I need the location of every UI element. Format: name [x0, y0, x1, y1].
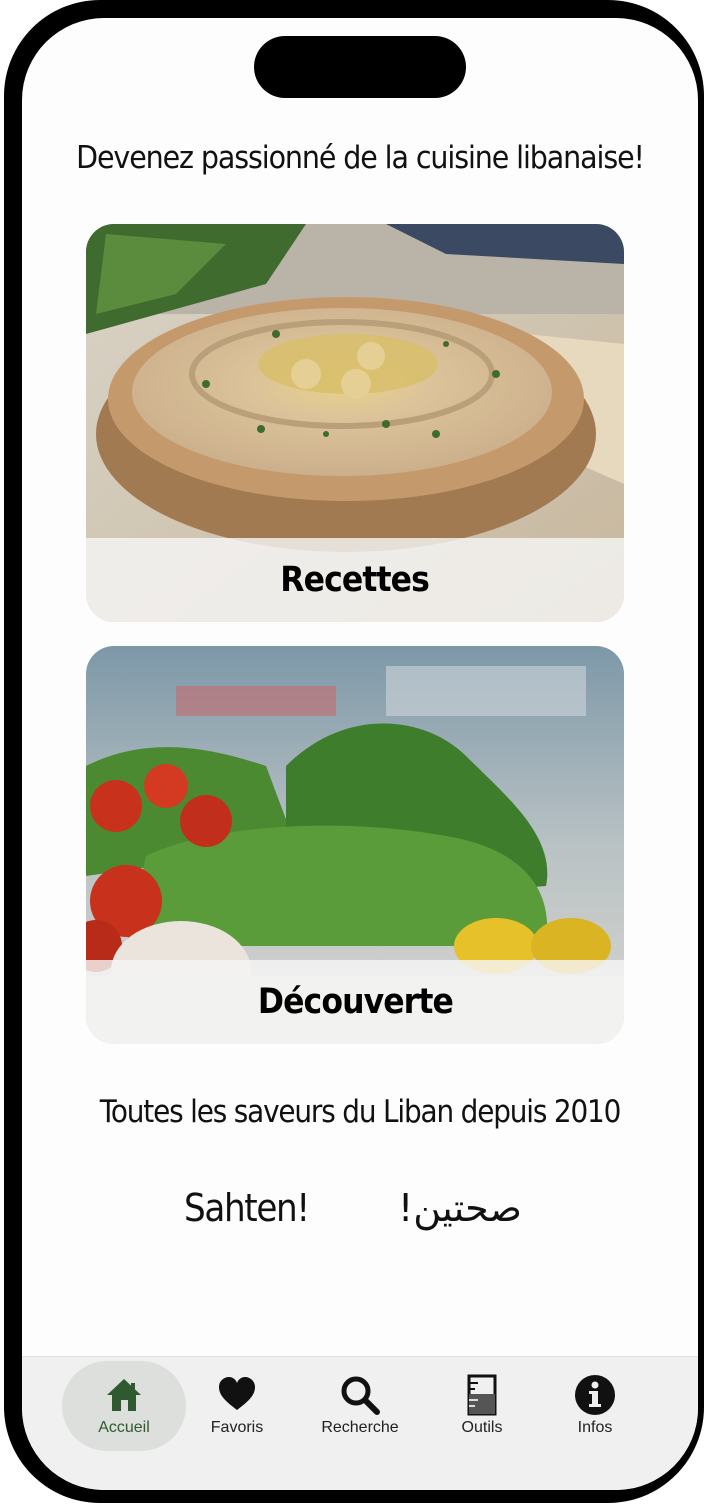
measuring-cup-icon [464, 1373, 500, 1417]
decouverte-caption: Découverte [86, 960, 624, 1044]
dynamic-island [254, 36, 466, 98]
tab-infos-label: Infos [577, 1419, 613, 1436]
decouverte-card[interactable]: Découverte [86, 646, 624, 1044]
tab-recherche[interactable]: Recherche [298, 1361, 422, 1451]
recettes-label: Recettes [280, 560, 431, 600]
screen: Devenez passionné de la cuisine libanais… [22, 18, 698, 1490]
tab-recherche-label: Recherche [321, 1419, 399, 1436]
heart-icon [217, 1373, 257, 1417]
tab-favoris[interactable]: Favoris [175, 1361, 299, 1451]
greeting-arabic: صحتين! [398, 1186, 522, 1230]
search-icon [339, 1373, 381, 1417]
tab-favoris-label: Favoris [210, 1419, 264, 1436]
recettes-caption: Recettes [86, 538, 624, 622]
home-icon [104, 1373, 144, 1417]
tab-infos[interactable]: Infos [533, 1361, 657, 1451]
decouverte-label: Découverte [257, 982, 453, 1022]
phone-frame: Devenez passionné de la cuisine libanais… [4, 0, 704, 1503]
headline: Devenez passionné de la cuisine libanais… [76, 140, 645, 176]
tagline: Toutes les saveurs du Liban depuis 2010 [99, 1094, 622, 1130]
tab-accueil-label: Accueil [98, 1419, 150, 1436]
tab-outils-label: Outils [461, 1419, 503, 1436]
tab-accueil[interactable]: Accueil [62, 1361, 186, 1451]
tab-bar: Accueil Favoris Recherche Outils Infos [22, 1356, 698, 1490]
tab-outils[interactable]: Outils [420, 1361, 544, 1451]
recettes-card[interactable]: Recettes [86, 224, 624, 622]
info-icon [574, 1373, 616, 1417]
greeting-french: Sahten! [184, 1186, 310, 1230]
